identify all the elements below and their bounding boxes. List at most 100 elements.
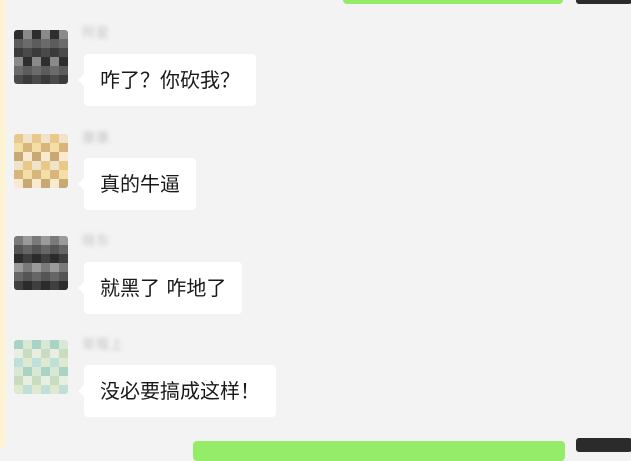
avatar-mosaic-cell — [41, 340, 50, 349]
avatar-mosaic-cell — [23, 134, 32, 143]
avatar-mosaic-cell — [59, 349, 68, 358]
avatar-mosaic-cell — [23, 161, 32, 170]
avatar-mosaic-cell — [23, 48, 32, 57]
sender-name: 晓东 — [82, 234, 111, 249]
avatar-mosaic-cell — [14, 349, 23, 358]
message-bubble[interactable]: 就黑了 咋地了 — [77, 262, 243, 314]
avatar-mosaic-cell — [59, 39, 68, 48]
avatar-mosaic-cell — [50, 179, 59, 188]
avatar-mosaic-cell — [50, 152, 59, 161]
avatar-mosaic-cell — [50, 263, 59, 272]
avatar-mosaic-cell — [23, 170, 32, 179]
avatar-mosaic-cell — [59, 66, 68, 75]
avatar-mosaic-cell — [32, 367, 41, 376]
avatar-mosaic-cell — [41, 66, 50, 75]
avatar-mosaic-cell — [41, 254, 50, 263]
outgoing-message-bubble-top[interactable] — [343, 0, 563, 4]
avatar-mosaic-cell — [41, 358, 50, 367]
avatar-mosaic-cell — [59, 272, 68, 281]
avatar-mosaic-cell — [50, 281, 59, 290]
avatar-mosaic-cell — [14, 358, 23, 367]
avatar-mosaic-cell — [23, 66, 32, 75]
avatar-mosaic-cell — [32, 48, 41, 57]
avatar-mosaic-cell — [32, 254, 41, 263]
avatar-mosaic-cell — [23, 179, 32, 188]
avatar-mosaic-cell — [14, 263, 23, 272]
sender-avatar[interactable] — [14, 134, 68, 188]
avatar-mosaic-cell — [23, 75, 32, 84]
avatar-mosaic-cell — [32, 376, 41, 385]
avatar-mosaic-cell — [23, 263, 32, 272]
avatar-mosaic-cell — [14, 272, 23, 281]
message-bubble[interactable]: 没必要搞成这样！ — [78, 365, 276, 417]
avatar-mosaic-cell — [23, 376, 32, 385]
own-avatar-bottom — [576, 438, 631, 452]
avatar-mosaic-cell — [59, 236, 68, 245]
avatar-mosaic-cell — [14, 245, 23, 254]
avatar-mosaic-cell — [32, 340, 41, 349]
avatar-mosaic-cell — [14, 39, 23, 48]
avatar-mosaic-cell — [59, 57, 68, 66]
avatar-mosaic-cell — [23, 245, 32, 254]
avatar-mosaic-cell — [50, 236, 59, 245]
avatar-mosaic-cell — [59, 179, 68, 188]
avatar-mosaic-cell — [59, 281, 68, 290]
avatar-mosaic-cell — [41, 376, 50, 385]
avatar-mosaic-cell — [14, 236, 23, 245]
outgoing-message-bubble-bottom[interactable] — [193, 441, 565, 461]
avatar-mosaic-cell — [23, 367, 32, 376]
avatar-mosaic-cell — [59, 143, 68, 152]
avatar-mosaic-cell — [50, 161, 59, 170]
avatar-mosaic-cell — [50, 170, 59, 179]
avatar-mosaic-cell — [59, 134, 68, 143]
avatar-mosaic-cell — [50, 367, 59, 376]
message-bubble[interactable]: 咋了？你砍我？ — [78, 54, 256, 106]
avatar-mosaic-cell — [41, 152, 50, 161]
avatar-mosaic-cell — [59, 340, 68, 349]
avatar-mosaic-cell — [41, 385, 50, 394]
avatar-mosaic-cell — [32, 358, 41, 367]
avatar-mosaic-cell — [14, 66, 23, 75]
avatar-mosaic-cell — [59, 376, 68, 385]
avatar-mosaic-cell — [14, 376, 23, 385]
avatar-mosaic-cell — [41, 161, 50, 170]
avatar-mosaic-cell — [50, 39, 59, 48]
avatar-mosaic-cell — [50, 254, 59, 263]
window-edge-strip — [0, 0, 6, 447]
avatar-mosaic-cell — [32, 272, 41, 281]
avatar-mosaic-cell — [14, 30, 23, 39]
avatar-mosaic-cell — [14, 152, 23, 161]
avatar-mosaic-cell — [41, 367, 50, 376]
avatar-mosaic-cell — [50, 272, 59, 281]
avatar-mosaic-cell — [32, 57, 41, 66]
avatar-mosaic-cell — [32, 281, 41, 290]
avatar-mosaic-cell — [41, 281, 50, 290]
avatar-mosaic-cell — [59, 367, 68, 376]
avatar-mosaic-cell — [50, 30, 59, 39]
avatar-mosaic-cell — [32, 134, 41, 143]
avatar-mosaic-cell — [23, 57, 32, 66]
avatar-mosaic-cell — [41, 170, 50, 179]
sender-avatar[interactable] — [14, 236, 68, 290]
avatar-mosaic-cell — [59, 152, 68, 161]
avatar-mosaic-cell — [50, 245, 59, 254]
avatar-mosaic-cell — [23, 340, 32, 349]
avatar-mosaic-cell — [41, 39, 50, 48]
message-bubble[interactable]: 真的牛逼 — [78, 158, 196, 210]
avatar-mosaic-cell — [23, 385, 32, 394]
avatar-mosaic-cell — [32, 66, 41, 75]
avatar-mosaic-cell — [50, 143, 59, 152]
avatar-mosaic-cell — [41, 143, 50, 152]
avatar-mosaic-cell — [14, 75, 23, 84]
avatar-mosaic-cell — [50, 358, 59, 367]
sender-name: 草莓上 — [82, 338, 125, 353]
avatar-mosaic-cell — [32, 385, 41, 394]
avatar-mosaic-cell — [14, 143, 23, 152]
avatar-mosaic-cell — [23, 152, 32, 161]
avatar-mosaic-cell — [50, 340, 59, 349]
sender-avatar[interactable] — [14, 340, 68, 394]
avatar-mosaic-cell — [14, 254, 23, 263]
avatar-mosaic-cell — [59, 161, 68, 170]
avatar-mosaic-cell — [14, 367, 23, 376]
sender-avatar[interactable] — [14, 30, 68, 84]
